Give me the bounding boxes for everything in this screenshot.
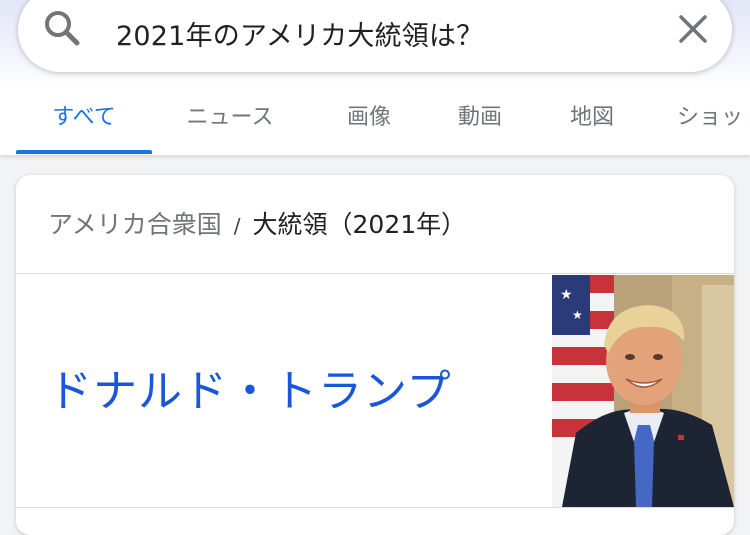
breadcrumb-parent[interactable]: アメリカ合衆国 <box>48 210 222 239</box>
close-icon[interactable] <box>676 12 710 46</box>
breadcrumb: アメリカ合衆国 / 大統領（2021年） <box>48 205 466 241</box>
breadcrumb-current: 大統領（2021年） <box>252 210 467 239</box>
card-divider-bottom <box>16 507 734 508</box>
tab-all[interactable]: すべて <box>16 88 152 152</box>
svg-text:★: ★ <box>560 287 573 303</box>
search-header: 2021年のアメリカ大統領は？ すべて ニュース 画像 動画 地図 ショッ <box>0 0 750 155</box>
tab-news[interactable]: ニュース <box>170 88 290 152</box>
tab-maps[interactable]: 地図 <box>549 88 635 152</box>
search-input[interactable]: 2021年のアメリカ大統領は？ <box>116 14 483 53</box>
tab-videos[interactable]: 動画 <box>437 88 523 152</box>
search-bar[interactable]: 2021年のアメリカ大統領は？ <box>18 0 732 72</box>
svg-text:★: ★ <box>572 308 583 322</box>
answer-card: アメリカ合衆国 / 大統領（2021年） ドナルド・トランプ ★ ★ <box>16 175 734 535</box>
tab-images[interactable]: 画像 <box>326 88 412 152</box>
tab-shopping[interactable]: ショッ <box>677 88 750 152</box>
search-tabs: すべて ニュース 画像 動画 地図 ショッ <box>0 88 750 155</box>
portrait-photo[interactable]: ★ ★ <box>552 275 734 507</box>
search-icon[interactable] <box>42 8 82 48</box>
answer-title[interactable]: ドナルド・トランプ <box>48 355 452 419</box>
active-tab-indicator <box>16 150 152 154</box>
breadcrumb-separator: / <box>233 214 241 238</box>
card-divider <box>16 273 734 274</box>
